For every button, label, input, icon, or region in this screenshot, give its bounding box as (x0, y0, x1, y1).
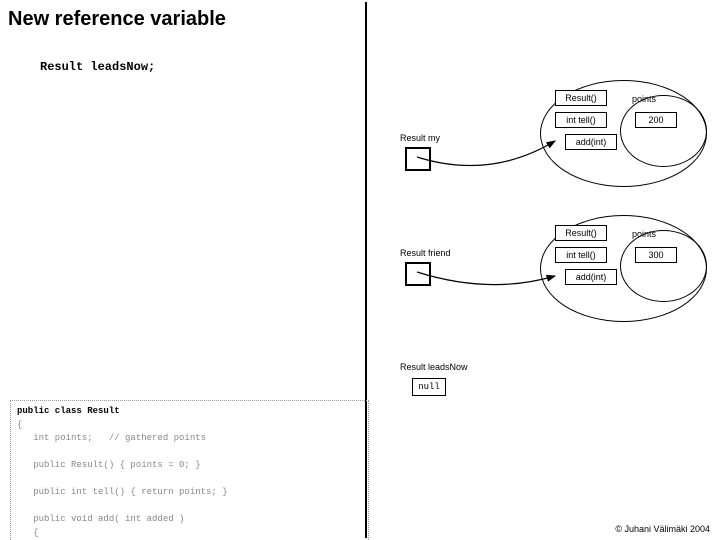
object2-ctor: Result() (555, 225, 607, 241)
refvar-friend-label: Result friend (400, 248, 451, 258)
object1-add: add(int) (565, 134, 617, 150)
declaration: Result leadsNow; (40, 60, 155, 74)
object2-state-ellipse (620, 230, 707, 302)
code-head: public class Result (17, 406, 120, 416)
object1-points-value: 200 (635, 112, 677, 128)
object1-points-label: points (632, 94, 656, 104)
refvar-friend-box (405, 262, 431, 286)
object2-tell: int tell() (555, 247, 607, 263)
code-box: public class Result { int points; // gat… (10, 400, 369, 540)
refvar-my-label: Result my (400, 133, 440, 143)
copyright: © Juhani Välimäki 2004 (615, 524, 710, 534)
object1-ctor: Result() (555, 90, 607, 106)
object1-tell: int tell() (555, 112, 607, 128)
object2-points-label: points (632, 229, 656, 239)
refvar-leads-null: null (412, 378, 446, 396)
page-title: New reference variable (8, 8, 226, 31)
code-body: { int points; // gathered points public … (17, 420, 228, 540)
object1-state-ellipse (620, 95, 707, 167)
refvar-leads-label: Result leadsNow (400, 362, 468, 372)
object2-add: add(int) (565, 269, 617, 285)
object2-points-value: 300 (635, 247, 677, 263)
refvar-my-box (405, 147, 431, 171)
